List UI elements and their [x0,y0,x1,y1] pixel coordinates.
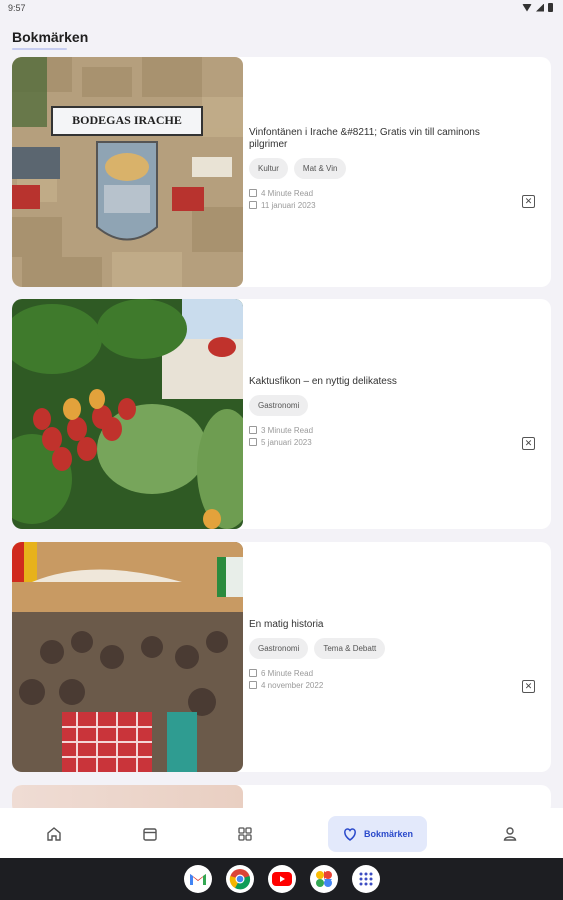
publish-date: 11 januari 2023 [261,200,316,210]
bookmark-card[interactable]: BODEGAS IRACHE Vinfontänen i Irache &#82… [12,57,551,287]
tag-chip[interactable]: Tema & Debatt [314,638,386,659]
calendar-icon [249,438,257,446]
nav-home[interactable] [44,816,64,852]
nav-calendar[interactable] [140,816,160,852]
card-body: Vinfontänen i Irache &#8211; Gratis vin … [249,57,519,287]
publish-date: 5 januari 2023 [261,437,312,447]
tag-list: Gastronomi [249,395,519,416]
article-title[interactable]: Vinfontänen i Irache &#8211; Gratis vin … [249,127,519,151]
bookmark-card[interactable]: Kaktusfikon – en nyttig delikatess Gastr… [12,299,551,529]
remove-bookmark-button[interactable]: ✕ [522,195,535,208]
nav-bookmarks[interactable]: Bokmärken [328,816,427,852]
article-image: BODEGAS IRACHE [12,57,243,287]
article-title[interactable]: Kaktusfikon – en nyttig delikatess [249,376,519,388]
clock-icon [249,189,257,197]
grid-icon [238,827,252,841]
battery-icon [548,3,553,12]
card-body: En matig historia Gastronomi Tema & Deba… [249,542,519,772]
card-body: Kaktusfikon – en nyttig delikatess Gastr… [249,299,519,529]
nav-profile[interactable] [500,816,520,852]
status-icons [522,3,553,12]
close-icon: ✕ [524,681,533,691]
chrome-icon[interactable] [226,865,254,893]
remove-bookmark-button[interactable]: ✕ [522,680,535,693]
article-image [12,542,243,772]
signal-icon [536,3,544,12]
tag-chip[interactable]: Kultur [249,158,288,179]
close-icon: ✕ [524,438,533,448]
tag-chip[interactable]: Gastronomi [249,638,309,659]
nav-bookmarks-label: Bokmärken [363,829,414,839]
photos-icon[interactable] [310,865,338,893]
article-image [12,299,243,529]
clock-icon [249,669,257,677]
tag-chip[interactable]: Mat & Vin [293,158,347,179]
read-time: 6 Minute Read [261,668,314,678]
wifi-icon [522,3,532,12]
status-time: 9:57 [8,3,26,13]
gmail-icon[interactable] [184,865,212,893]
close-icon: ✕ [524,196,533,206]
article-meta: 6 Minute Read 4 november 2022 [249,667,519,691]
home-icon [47,827,61,841]
tag-list: Gastronomi Tema & Debatt [249,638,519,659]
nav-categories[interactable] [235,816,255,852]
clock-icon [249,426,257,434]
article-meta: 4 Minute Read 11 januari 2023 [249,187,519,211]
article-meta: 3 Minute Read 5 januari 2023 [249,424,519,448]
tag-list: Kultur Mat & Vin [249,158,519,179]
read-time: 4 Minute Read [261,188,314,198]
calendar-icon [143,828,157,841]
read-time: 3 Minute Read [261,425,314,435]
profile-icon [503,827,517,841]
tag-chip[interactable]: Gastronomi [249,395,309,416]
bookmark-card[interactable]: En matig historia Gastronomi Tema & Deba… [12,542,551,772]
youtube-icon[interactable] [268,865,296,893]
remove-bookmark-button[interactable]: ✕ [522,437,535,450]
status-bar: 9:57 [0,0,563,18]
calendar-icon [249,681,257,689]
calendar-icon [249,201,257,209]
publish-date: 4 november 2022 [261,680,324,690]
title-underline [12,48,67,50]
android-taskbar [0,858,563,900]
bottom-nav: Bokmärken [0,808,563,858]
bookmarks-icon [344,828,356,841]
sign-text: BODEGAS IRACHE [72,113,182,127]
article-title[interactable]: En matig historia [249,619,519,631]
apps-icon[interactable] [352,865,380,893]
page-title: Bokmärken [12,29,89,45]
